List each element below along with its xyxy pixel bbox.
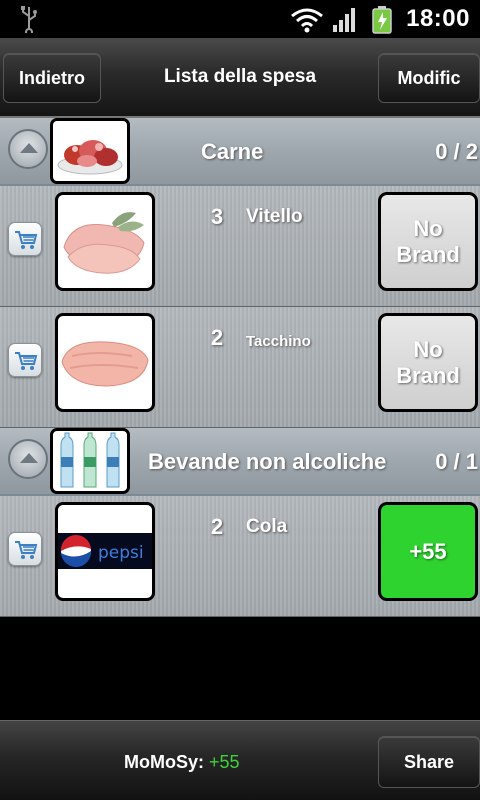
clock: 18:00 <box>406 5 470 32</box>
turkey-image <box>55 313 155 412</box>
brand-button[interactable]: No Brand <box>378 313 478 412</box>
category-header-soft-drinks[interactable]: Bevande non alcoliche 0 / 1 <box>0 428 480 496</box>
meat-category-image <box>50 118 130 184</box>
cart-icon[interactable] <box>8 532 42 566</box>
signal-icon <box>333 8 355 32</box>
brand-label-line1: No <box>413 336 443 362</box>
item-quantity: 3 <box>210 204 224 229</box>
category-header-meat[interactable]: Carne 0 / 2 <box>0 118 480 186</box>
back-button[interactable]: Indietro <box>3 53 101 103</box>
page-title: Lista della spesa <box>163 66 317 87</box>
status-bar: 18:00 <box>0 0 480 38</box>
item-quantity: 2 <box>210 325 224 350</box>
category-count: 0 / 2 <box>435 139 478 164</box>
logo-text: pepsi <box>98 543 144 563</box>
shopping-list: Carne 0 / 2 3 Vitello No Brand 2 Tacchin… <box>0 118 480 617</box>
bottom-bar: MoMoSy: +55 Share <box>0 720 480 800</box>
brand-label-line2: Brand <box>396 362 460 388</box>
edit-button[interactable]: Modific <box>378 53 480 103</box>
cart-icon[interactable] <box>8 343 42 377</box>
collapse-toggle-icon[interactable] <box>8 129 48 169</box>
brand-label-line1: No <box>413 215 443 241</box>
drinks-category-image <box>50 428 130 494</box>
list-item[interactable]: 2 Tacchino No Brand <box>0 307 480 428</box>
brand-button[interactable]: No Brand <box>378 192 478 291</box>
points-value: +55 <box>209 752 240 772</box>
brand-label-line2: Brand <box>396 241 460 267</box>
category-count: 0 / 1 <box>435 449 478 474</box>
item-quantity: 2 <box>210 514 224 539</box>
app-name: MoMoSy: <box>124 752 204 772</box>
battery-charging-icon <box>372 6 392 34</box>
wifi-icon <box>291 8 323 33</box>
usb-icon <box>21 6 37 33</box>
list-item[interactable]: 3 Vitello No Brand <box>0 186 480 307</box>
category-name: Carne <box>201 139 264 164</box>
collapse-toggle-icon[interactable] <box>8 439 48 479</box>
veal-image <box>55 192 155 291</box>
item-name: Cola <box>246 516 288 537</box>
item-name: Tacchino <box>246 333 311 350</box>
brand-score-button[interactable]: +55 <box>378 502 478 601</box>
app-points-label: MoMoSy: +55 <box>124 752 240 773</box>
share-button[interactable]: Share <box>378 736 480 788</box>
item-name: Vitello <box>246 206 303 227</box>
pepsi-logo: pepsi <box>55 502 155 601</box>
top-bar: Indietro Lista della spesa Modific <box>0 38 480 118</box>
cart-icon[interactable] <box>8 222 42 256</box>
list-item[interactable]: pepsi 2 Cola +55 <box>0 496 480 617</box>
category-name: Bevande non alcoliche <box>148 449 387 474</box>
